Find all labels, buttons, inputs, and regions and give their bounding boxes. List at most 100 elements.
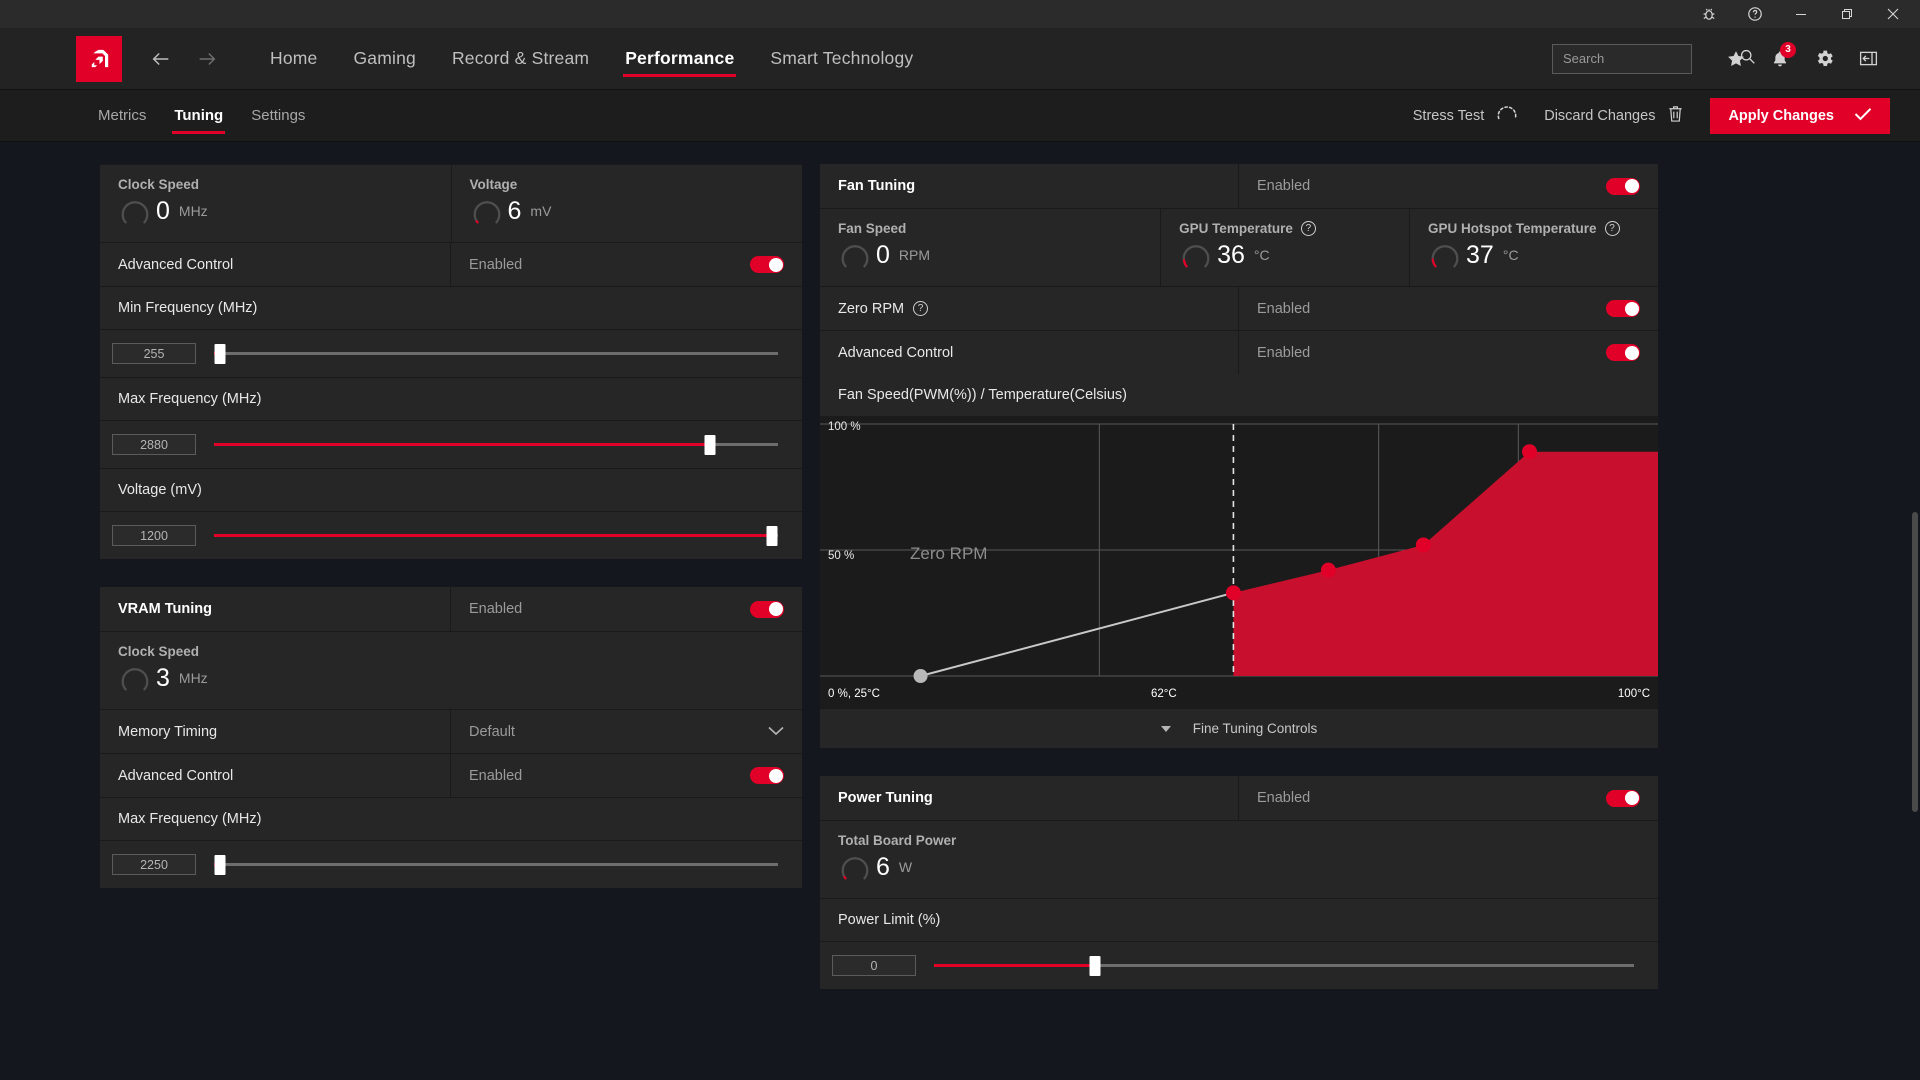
favorites-star-icon[interactable] [1714,37,1758,81]
slider-knob[interactable] [704,434,716,455]
metric-value: 6 [876,852,890,881]
gpu-voltage-slider[interactable] [214,525,778,546]
fan-curve-chart[interactable]: 100 % 50 % Zero RPM 0 %, 25°C 62°C 100°C [820,416,1658,708]
toggle-switch[interactable] [1606,300,1640,317]
notifications-bell-icon[interactable]: 3 [1758,37,1802,81]
speedometer-icon[interactable] [1496,103,1518,128]
toggle-switch[interactable] [1606,789,1640,807]
gpu-metrics-row: Clock Speed 0 MHz Voltage 6 mV [100,164,802,242]
search-box[interactable] [1552,43,1755,74]
tab-settings[interactable]: Settings [237,90,319,142]
slider-knob[interactable] [766,525,778,546]
gauge-icon [121,668,149,691]
metric-body: 37 °C [1428,238,1640,272]
metric-unit: °C [1502,247,1519,263]
power-limit-slider[interactable] [934,955,1634,976]
min-frequency-slider[interactable] [214,343,778,364]
toggle-switch[interactable] [750,767,784,784]
toggle-switch[interactable] [750,600,784,618]
chevron-down-icon[interactable] [1160,725,1171,732]
toggle-switch[interactable] [1606,344,1640,361]
tuning-page: Clock Speed 0 MHz Voltage 6 mV Advanced … [0,142,1920,1080]
max-frequency-slider[interactable] [214,434,778,455]
vram-max-frequency-input[interactable]: 2250 [112,854,196,875]
fan-curve-svg[interactable] [820,416,1658,708]
metric-title: Total Board Power [838,833,957,848]
nav-item-record-stream[interactable]: Record & Stream [434,28,607,90]
row-state: Enabled [1257,178,1311,194]
apply-changes-label: Apply Changes [1728,107,1834,124]
navbar-right-actions: 3 [1552,37,1920,81]
slider-knob[interactable] [214,854,226,875]
close-button[interactable] [1870,0,1916,28]
metric-body: 6 W [838,850,1640,884]
help-icon[interactable]: ? [1300,221,1316,236]
min-frequency-input[interactable]: 255 [112,343,196,364]
tuning-actions: Stress Test Discard Changes Apply Change… [1413,97,1920,134]
row-state: Enabled [469,601,523,617]
minimize-button[interactable] [1778,0,1824,28]
chevron-down-icon[interactable] [768,724,784,740]
tab-tuning[interactable]: Tuning [160,90,237,142]
max-frequency-slider-row[interactable]: 2880 [100,420,802,468]
tuning-tabs: Metrics Tuning Settings [84,90,319,142]
bug-report-icon[interactable] [1686,0,1732,28]
min-frequency-slider-row[interactable]: 255 [100,329,802,377]
zero-rpm-row[interactable]: Zero RPM ? Enabled [820,286,1658,330]
slider-knob[interactable] [1089,955,1101,976]
stress-test-button[interactable]: Stress Test [1413,103,1518,128]
fan-tuning-header-row[interactable]: Fan Tuning Enabled [820,164,1658,208]
gpu-voltage-input[interactable]: 1200 [112,525,196,546]
memory-timing-row[interactable]: Memory Timing Default [100,709,802,753]
toggle-switch[interactable] [750,256,784,273]
row-state: Enabled [1257,790,1311,806]
row-value[interactable]: Default [451,710,802,753]
tab-metrics[interactable]: Metrics [84,90,160,142]
gpu-voltage-slider-row[interactable]: 1200 [100,511,802,559]
slider-fill [214,534,773,537]
row-value: Enabled [451,754,802,797]
vram-max-frequency-slider[interactable] [214,854,778,875]
discard-changes-button[interactable]: Discard Changes [1544,104,1684,128]
nav-item-performance[interactable]: Performance [607,28,752,90]
row-label: Advanced Control [100,754,451,797]
nav-item-home[interactable]: Home [252,28,335,90]
nav-item-smart-technology[interactable]: Smart Technology [752,28,931,90]
power-limit-input[interactable]: 0 [832,955,916,976]
page-scrollbar[interactable] [1910,142,1920,1080]
restore-button[interactable] [1824,0,1870,28]
gpu-advanced-control-row[interactable]: Advanced Control Enabled [100,242,802,286]
scrollbar-thumb[interactable] [1912,512,1918,812]
help-icon[interactable]: ? [1604,221,1620,236]
power-tuning-header-row[interactable]: Power Tuning Enabled [820,776,1658,820]
power-limit-slider-row[interactable]: 0 [820,941,1658,989]
sub-navbar: Metrics Tuning Settings Stress Test Disc… [0,90,1920,142]
metric-body: 6 mV [470,194,785,228]
vram-tuning-header-row[interactable]: VRAM Tuning Enabled [100,587,802,631]
vram-max-frequency-slider-row[interactable]: 2250 [100,840,802,888]
metric-vram-clock-speed: Clock Speed 3 MHz [100,632,802,709]
back-arrow-icon[interactable] [138,36,184,82]
max-frequency-input[interactable]: 2880 [112,434,196,455]
toggle-switch[interactable] [1606,177,1640,195]
collapse-panel-icon[interactable] [1846,37,1890,81]
help-icon[interactable] [1732,0,1778,28]
search-input[interactable] [1563,51,1739,66]
trash-icon[interactable] [1667,104,1684,128]
slider-knob[interactable] [214,343,226,364]
fine-tuning-controls-button[interactable]: Fine Tuning Controls [820,708,1658,748]
amd-logo-icon[interactable] [76,35,122,82]
nav-item-gaming[interactable]: Gaming [335,28,433,90]
fan-advanced-control-row[interactable]: Advanced Control Enabled [820,330,1658,374]
gpu-voltage-label: Voltage (mV) [100,468,802,511]
metric-unit: mV [530,203,552,219]
memory-timing-value: Default [469,723,515,740]
help-icon[interactable]: ? [913,301,929,316]
forward-arrow-icon[interactable] [184,36,230,82]
nav-label: Record & Stream [451,48,590,68]
apply-changes-button[interactable]: Apply Changes [1710,97,1890,134]
tab-label: Tuning [174,107,224,124]
vram-advanced-control-row[interactable]: Advanced Control Enabled [100,753,802,797]
settings-gear-icon[interactable] [1802,37,1846,81]
metric-value: 0 [156,196,170,225]
